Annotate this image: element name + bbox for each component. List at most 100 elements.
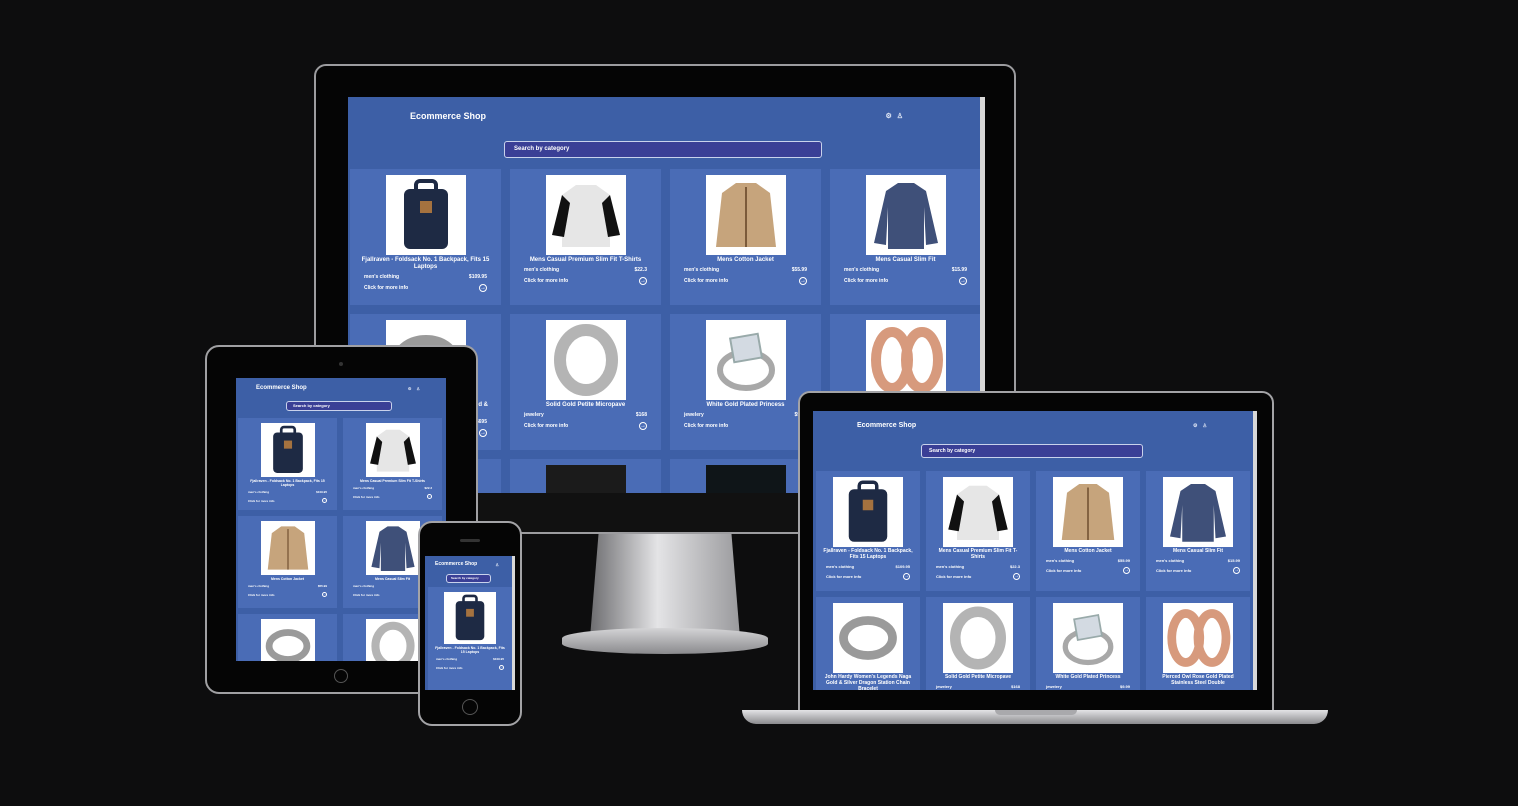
arrow-right-icon[interactable]: → (322, 498, 327, 504)
settings-icon[interactable]: ⚙ (408, 386, 412, 391)
product-card[interactable]: Fjallraven - Foldsack No. 1 Backpack, Fi… (816, 471, 920, 591)
scrollbar[interactable] (512, 556, 515, 690)
more-info-row[interactable]: Click for more info→ (926, 689, 1030, 690)
product-image[interactable] (545, 320, 626, 400)
product-image[interactable] (705, 175, 786, 255)
more-info-row[interactable]: Click for more info → (510, 418, 661, 430)
arrow-right-icon[interactable]: → (479, 428, 487, 437)
product-card[interactable]: Solid Gold Petite Micropavejewelery$168C… (926, 597, 1030, 690)
more-info-link[interactable]: Click for more info (524, 423, 568, 429)
product-image[interactable] (545, 175, 626, 255)
product-image[interactable] (365, 423, 420, 477)
product-card[interactable]: Mens Casual Premium Slim Fit T-Shirts men… (510, 169, 661, 305)
product-image[interactable] (1053, 603, 1123, 673)
more-info-link[interactable]: Click for more info (353, 593, 380, 597)
more-info-link[interactable]: Click for more info (364, 285, 408, 291)
product-image[interactable] (705, 320, 786, 400)
product-image[interactable] (444, 592, 496, 644)
product-image[interactable]: SSD PLUS (545, 465, 626, 493)
search-input[interactable]: Search by category (921, 444, 1143, 458)
arrow-right-icon[interactable]: → (1013, 572, 1020, 580)
more-info-row[interactable]: Click for more info → (510, 273, 661, 285)
more-info-row[interactable]: Click for more info → (350, 280, 501, 292)
more-info-link[interactable]: Click for more info (436, 666, 463, 670)
more-info-row[interactable]: Click for more info → (343, 490, 442, 500)
arrow-right-icon[interactable]: → (639, 421, 647, 430)
product-image[interactable] (865, 175, 946, 255)
search-input[interactable]: Search by category (504, 141, 822, 158)
more-info-row[interactable]: Click for more info → (1146, 563, 1250, 574)
user-icon[interactable]: ♙ (897, 112, 903, 120)
product-card[interactable]: Mens Casual Slim Fit men's clothing $15.99… (1146, 471, 1250, 591)
more-info-link[interactable]: Click for more info (826, 574, 861, 579)
product-image[interactable] (833, 603, 903, 673)
more-info-row[interactable]: Click for more info → (830, 273, 981, 285)
search-input[interactable]: Search by category (446, 574, 491, 583)
product-card[interactable]: John Hardy Women's Legends Naga Gold & S… (238, 614, 337, 661)
search-input[interactable]: Search by category (286, 401, 392, 411)
more-info-link[interactable]: Click for more info (524, 278, 568, 284)
arrow-right-icon[interactable]: → (1123, 566, 1130, 574)
product-image[interactable] (365, 619, 420, 661)
product-card[interactable]: Fjallraven - Foldsack No. 1 Backpack, Fi… (428, 587, 512, 690)
product-image[interactable] (1053, 477, 1123, 547)
product-card[interactable]: Mens Casual Premium Slim Fit T-Shirts men… (343, 418, 442, 510)
product-image[interactable] (365, 521, 420, 575)
product-image[interactable] (705, 465, 786, 493)
more-info-link[interactable]: Click for more info (844, 278, 888, 284)
user-icon[interactable]: ♙ (495, 562, 499, 567)
product-image[interactable] (865, 320, 946, 400)
product-image[interactable] (385, 175, 466, 255)
more-info-link[interactable]: Click for more info (936, 574, 971, 579)
product-card[interactable]: Mens Casual Premium Slim Fit T-Shirts men… (926, 471, 1030, 591)
arrow-right-icon[interactable]: → (799, 276, 807, 285)
arrow-right-icon[interactable]: → (639, 276, 647, 285)
more-info-link[interactable]: Click for more info (1046, 568, 1081, 573)
more-info-link[interactable]: Click for more info (248, 499, 275, 503)
more-info-row[interactable]: Click for more info → (428, 661, 512, 671)
more-info-row[interactable]: Click for more info → (926, 569, 1030, 580)
more-info-row[interactable]: Click for more info → (670, 273, 821, 285)
product-image[interactable] (943, 603, 1013, 673)
product-card[interactable]: Mens Cotton Jacket men's clothing $55.99 Cl… (238, 516, 337, 608)
more-info-link[interactable]: Click for more info (684, 423, 728, 429)
arrow-right-icon[interactable]: → (322, 592, 327, 598)
product-image[interactable] (260, 521, 315, 575)
product-card[interactable]: SSD PLUSSSD PLUSClick for more info→ (510, 459, 661, 493)
user-icon[interactable]: ♙ (416, 386, 420, 391)
tablet-home-button[interactable] (334, 669, 348, 683)
settings-icon[interactable]: ⚙ (1193, 423, 1197, 429)
phone-home-button[interactable] (462, 699, 478, 715)
arrow-right-icon[interactable]: → (499, 665, 504, 671)
product-image[interactable] (1163, 477, 1233, 547)
more-info-row[interactable]: Click for more info → (238, 588, 337, 598)
arrow-right-icon[interactable]: → (427, 494, 432, 500)
product-image[interactable] (260, 423, 315, 477)
product-card[interactable]: White Gold Plated Princess jewelery $9.99C… (1036, 597, 1140, 690)
more-info-link[interactable]: Click for more info (1156, 568, 1191, 573)
arrow-right-icon[interactable]: → (479, 283, 487, 292)
product-card[interactable]: Pierced Owl Rose Gold Plated Stainless S… (1146, 597, 1250, 690)
product-image[interactable] (833, 477, 903, 547)
more-info-row[interactable]: Click for more info → (1036, 563, 1140, 574)
product-card[interactable]: Fjallraven - Foldsack No. 1 Backpack, Fi… (238, 418, 337, 510)
more-info-row[interactable]: Click for more info→ (1036, 689, 1140, 690)
arrow-right-icon[interactable]: → (959, 276, 967, 285)
product-card[interactable]: Mens Cotton Jacket men's clothing $55.99 Cl… (670, 169, 821, 305)
more-info-link[interactable]: Click for more info (353, 495, 380, 499)
more-info-link[interactable]: Click for more info (248, 593, 275, 597)
user-icon[interactable]: ♙ (1203, 423, 1207, 429)
product-card[interactable]: John Hardy Women's Legends Naga Gold & S… (816, 597, 920, 690)
product-card[interactable]: Solid Gold Petite Micropavejewelery$168C… (510, 314, 661, 450)
arrow-right-icon[interactable]: → (903, 572, 910, 580)
more-info-link[interactable]: Click for more info (684, 278, 728, 284)
arrow-right-icon[interactable]: → (1233, 566, 1240, 574)
settings-icon[interactable]: ⚙ (885, 112, 891, 120)
product-image[interactable] (1163, 603, 1233, 673)
product-image[interactable] (260, 619, 315, 661)
scrollbar[interactable] (1253, 411, 1257, 690)
product-card[interactable]: Fjallraven - Foldsack No. 1 Backpack, Fi… (350, 169, 501, 305)
more-info-row[interactable]: Click for more info → (816, 569, 920, 580)
product-card[interactable]: Mens Casual Slim Fit men's clothing $15.99… (830, 169, 981, 305)
product-image[interactable] (943, 477, 1013, 547)
